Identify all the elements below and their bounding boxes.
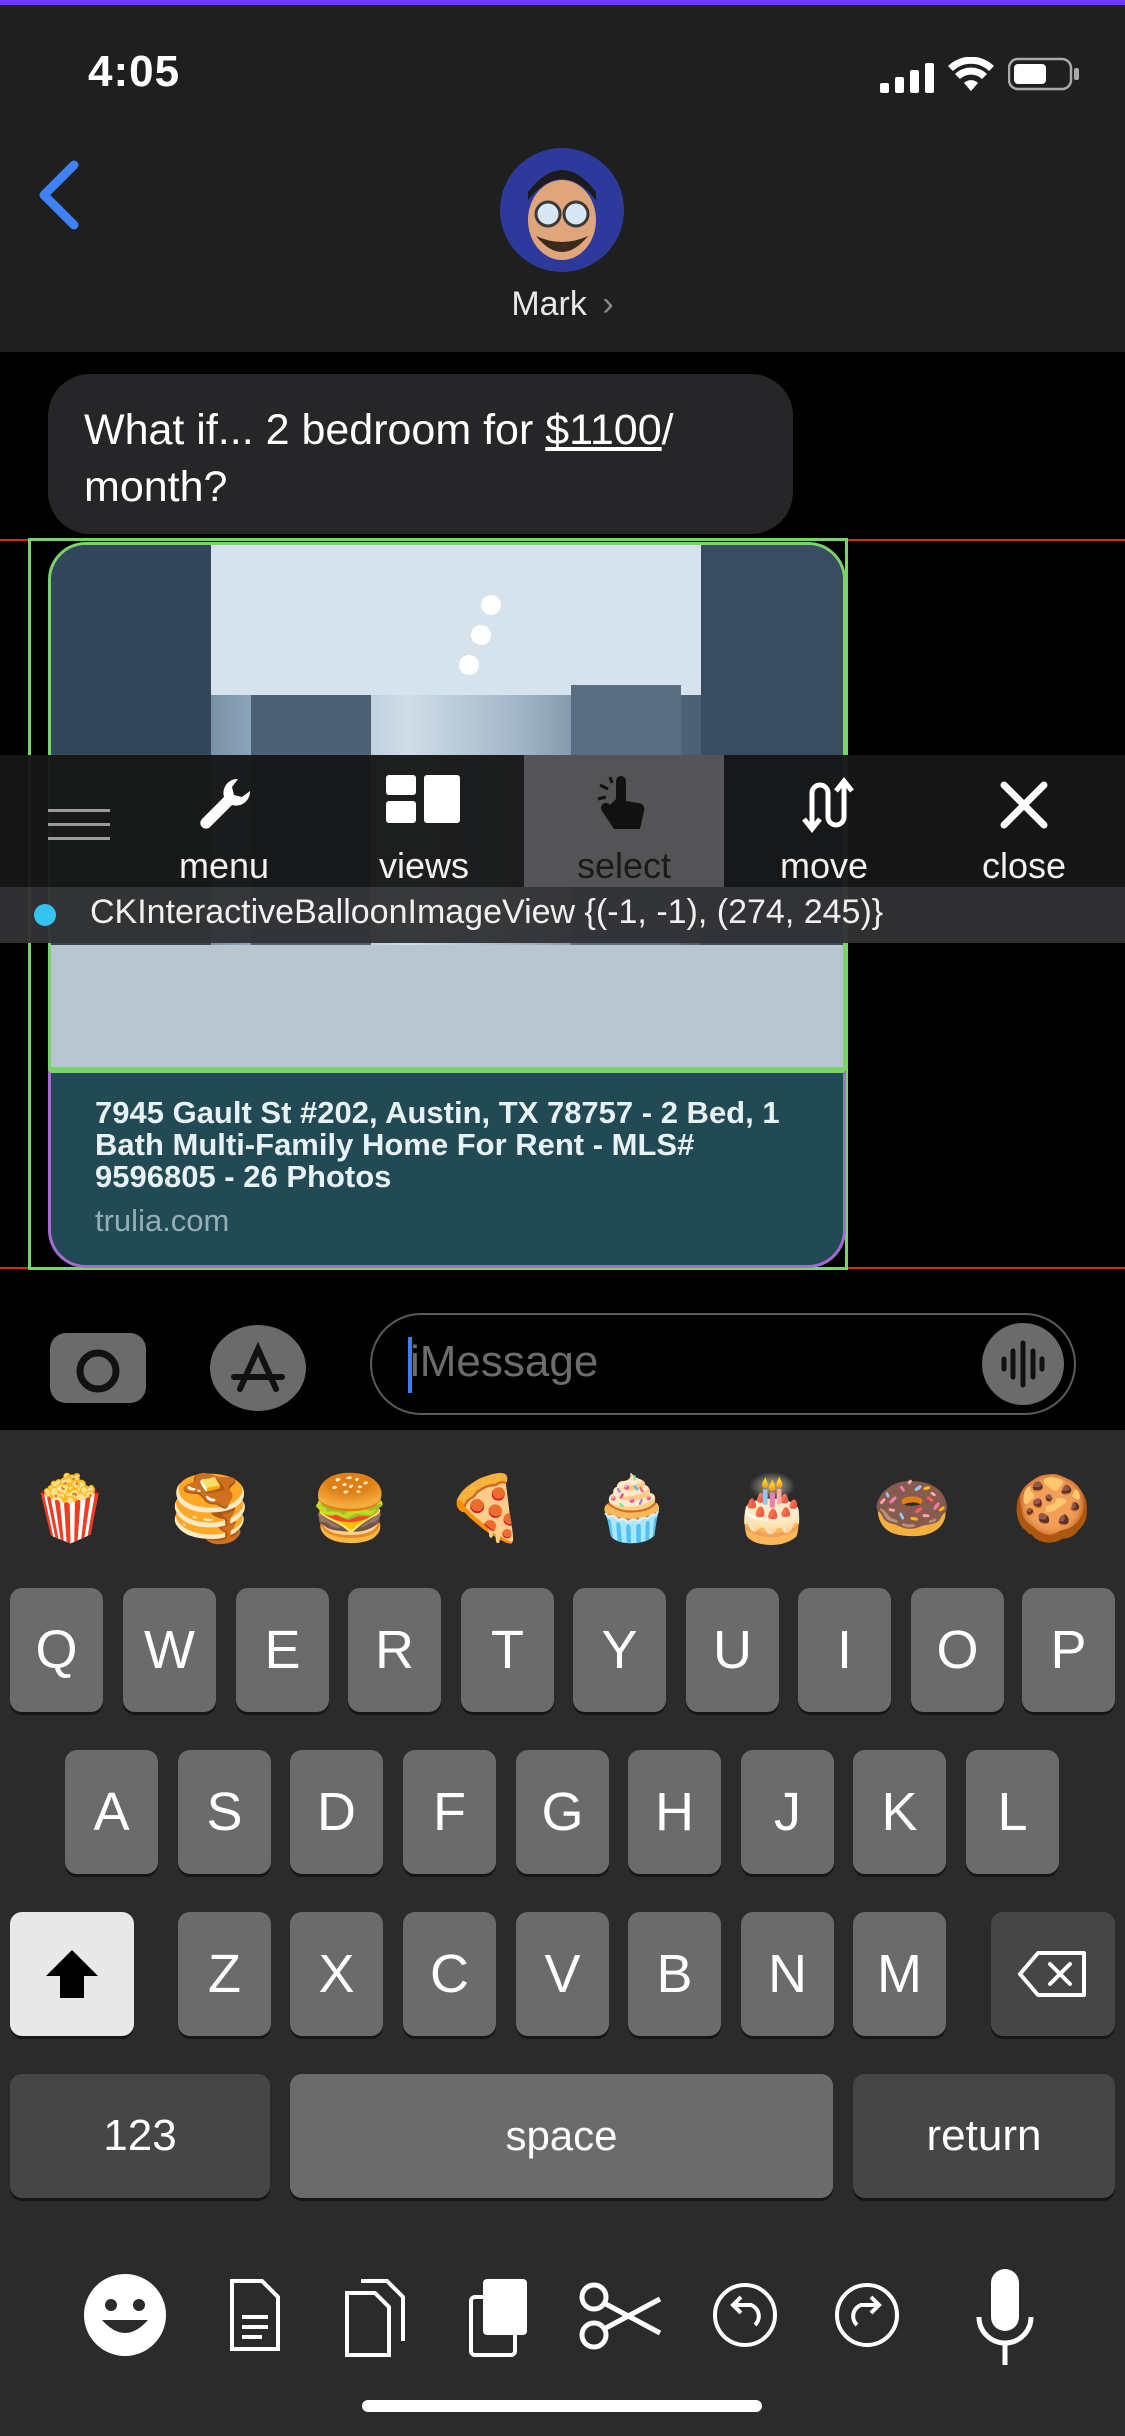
selection-color-dot	[34, 904, 56, 926]
camera-button[interactable]	[50, 1333, 146, 1403]
copy-icon[interactable]	[330, 2275, 420, 2365]
key-a[interactable]: A	[65, 1750, 158, 1874]
key-e[interactable]: E	[236, 1588, 329, 1712]
emoji-suggestion[interactable]: 🍿	[20, 1458, 120, 1558]
space-key[interactable]: space	[290, 2074, 833, 2198]
audio-message-button[interactable]	[982, 1323, 1064, 1405]
incoming-message-bubble[interactable]: What if... 2 bedroom for $1100/ month?	[48, 374, 793, 534]
conversation-header: 4:05 Mark ›	[0, 0, 1125, 352]
app-store-button[interactable]	[210, 1325, 306, 1411]
debug-toolbar: menu views select move close	[0, 755, 1125, 887]
key-x[interactable]: X	[290, 1912, 383, 2036]
emoji-suggestions: 🍿 🥞 🍔 🍕 🧁 🎂 🍩 🍪	[0, 1458, 1125, 1558]
undo-icon[interactable]	[700, 2275, 790, 2365]
key-q[interactable]: Q	[10, 1588, 103, 1712]
key-v[interactable]: V	[516, 1912, 609, 2036]
cut-icon[interactable]	[576, 2275, 666, 2365]
debug-select-button[interactable]: select	[524, 755, 724, 887]
key-w[interactable]: W	[123, 1588, 216, 1712]
drag-handle-icon[interactable]	[48, 805, 110, 845]
link-preview-caption[interactable]: 7945 Gault St #202, Austin, TX 78757 - 2…	[48, 1070, 846, 1268]
key-k[interactable]: K	[853, 1750, 946, 1874]
emoji-suggestion[interactable]: 🍕	[436, 1458, 536, 1558]
views-icon	[324, 775, 524, 835]
emoji-suggestion[interactable]: 🍔	[300, 1458, 400, 1558]
wifi-icon	[948, 56, 994, 93]
shift-arrow-icon	[46, 1950, 98, 1998]
emoji-suggestion[interactable]: 🎂	[722, 1458, 822, 1558]
debug-menu-label: menu	[178, 845, 270, 886]
key-u[interactable]: U	[686, 1588, 779, 1712]
emoji-suggestion[interactable]: 🥞	[160, 1458, 260, 1558]
key-h[interactable]: H	[628, 1750, 721, 1874]
emoji-suggestion[interactable]: 🧁	[582, 1458, 682, 1558]
link-title: 7945 Gault St #202, Austin, TX 78757 - 2…	[95, 1095, 780, 1194]
backspace-icon	[1018, 1951, 1086, 1997]
redo-icon[interactable]	[822, 2275, 912, 2365]
price-link[interactable]: $1100	[545, 406, 661, 454]
key-m[interactable]: M	[853, 1912, 946, 2036]
input-placeholder: iMessage	[410, 1337, 599, 1386]
debug-close-button[interactable]: close	[924, 755, 1124, 887]
key-j[interactable]: J	[741, 1750, 834, 1874]
close-icon	[924, 775, 1124, 835]
paste-icon[interactable]	[452, 2275, 542, 2365]
debug-views-button[interactable]: views	[324, 755, 524, 887]
key-t[interactable]: T	[461, 1588, 554, 1712]
contact-name-label: Mark	[511, 285, 587, 323]
back-button[interactable]	[30, 155, 90, 235]
keyboard: 🍿 🥞 🍔 🍕 🧁 🎂 🍩 🍪 Q W E R T Y U I O P A S …	[0, 1430, 1125, 2436]
contact-avatar[interactable]	[500, 148, 624, 272]
key-y[interactable]: Y	[573, 1588, 666, 1712]
wrench-icon	[124, 775, 324, 835]
link-domain: trulia.com	[95, 1203, 230, 1238]
emoji-suggestion[interactable]: 🍩	[862, 1458, 962, 1558]
debug-select-label: select	[576, 845, 672, 886]
emoji-suggestion[interactable]: 🍪	[1002, 1458, 1102, 1558]
debug-move-button[interactable]: move	[724, 755, 924, 887]
key-b[interactable]: B	[628, 1912, 721, 2036]
message-text: What if... 2 bedroom for	[84, 406, 546, 454]
microphone-icon[interactable]	[960, 2265, 1050, 2375]
debug-menu-button[interactable]: menu	[124, 755, 324, 887]
key-f[interactable]: F	[403, 1750, 496, 1874]
move-arrows-icon	[724, 775, 924, 835]
battery-icon	[1007, 57, 1080, 91]
selected-view-description: CKInteractiveBalloonImageView {(-1, -1),…	[90, 893, 884, 931]
delete-key[interactable]	[991, 1912, 1115, 2036]
debug-close-label: close	[981, 845, 1067, 886]
chevron-right-icon: ›	[602, 285, 614, 323]
key-c[interactable]: C	[403, 1912, 496, 2036]
home-indicator[interactable]	[362, 2400, 762, 2412]
emoji-keyboard-button[interactable]	[80, 2270, 170, 2360]
debug-views-label: views	[378, 845, 470, 886]
message-input-bar: iMessage	[0, 1285, 1125, 1430]
numbers-key[interactable]: 123	[10, 2074, 270, 2198]
shift-key[interactable]	[10, 1912, 134, 2036]
key-g[interactable]: G	[516, 1750, 609, 1874]
key-i[interactable]: I	[798, 1588, 891, 1712]
debug-move-label: move	[779, 845, 869, 886]
cellular-signal-icon	[880, 63, 936, 93]
key-p[interactable]: P	[1022, 1588, 1115, 1712]
contact-name[interactable]: Mark ›	[0, 285, 1125, 324]
key-o[interactable]: O	[911, 1588, 1004, 1712]
key-z[interactable]: Z	[178, 1912, 271, 2036]
key-s[interactable]: S	[178, 1750, 271, 1874]
return-key[interactable]: return	[853, 2074, 1115, 2198]
tap-icon	[524, 775, 724, 835]
document-icon[interactable]	[208, 2275, 298, 2365]
key-d[interactable]: D	[290, 1750, 383, 1874]
key-r[interactable]: R	[348, 1588, 441, 1712]
imessage-input[interactable]: iMessage	[370, 1313, 1076, 1415]
debug-status-bar: CKInteractiveBalloonImageView {(-1, -1),…	[0, 887, 1125, 943]
key-n[interactable]: N	[741, 1912, 834, 2036]
key-l[interactable]: L	[966, 1750, 1059, 1874]
status-time: 4:05	[88, 47, 181, 96]
